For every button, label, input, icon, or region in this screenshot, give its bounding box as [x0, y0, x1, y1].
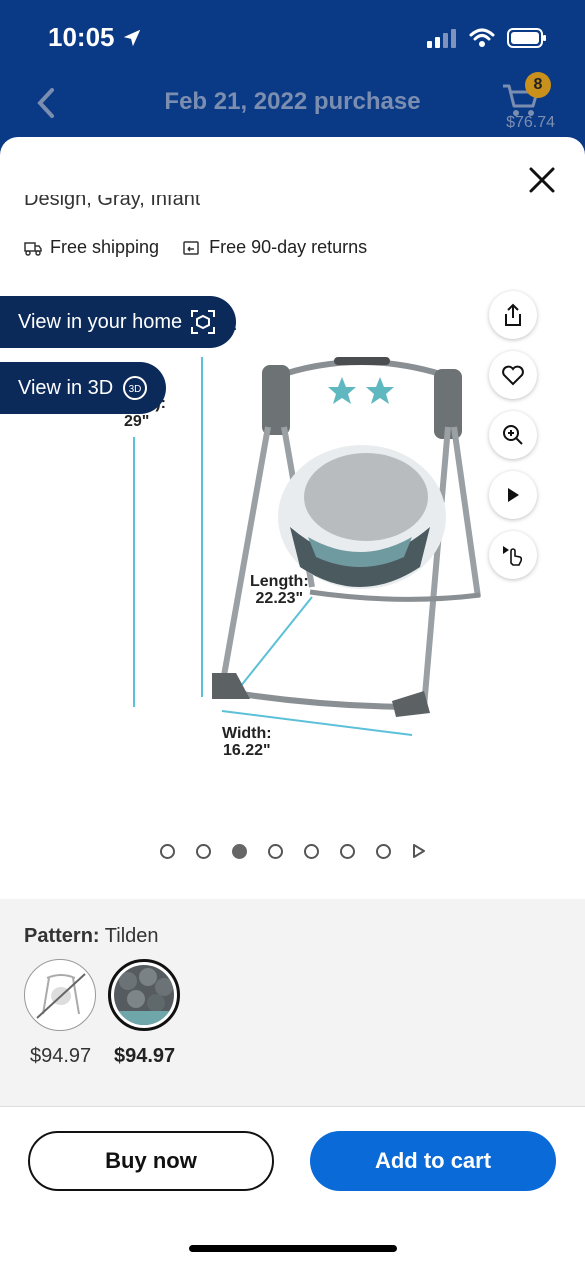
battery-icon [507, 28, 546, 48]
carousel-dot[interactable] [303, 843, 319, 859]
carousel-indicator [0, 843, 585, 859]
play-video-button[interactable] [489, 471, 537, 519]
cart-count-badge: 8 [525, 72, 551, 98]
variant-price-selected: $94.97 [114, 1045, 176, 1067]
perk-shipping: Free shipping [24, 237, 159, 258]
perks: Free shipping Free 90-day returns [24, 237, 367, 258]
width-dimension: Width: 16.22" [222, 725, 272, 759]
product-title-fragment: Design, Gray, Infant [24, 195, 201, 210]
variant-swatch-unavailable[interactable] [24, 959, 96, 1031]
variant-price: $94.97 [30, 1045, 92, 1067]
buy-now-button[interactable]: Buy now [28, 1131, 274, 1191]
close-button[interactable] [525, 163, 559, 197]
heart-icon [502, 365, 524, 386]
pattern-thumbnail-icon [114, 965, 174, 1025]
pattern-label: Pattern: Tilden [24, 925, 159, 947]
rotate-3d-icon: 3D [123, 376, 148, 400]
variant-selector: Pattern: Tilden $94.97 $94.97 [0, 899, 585, 1107]
home-indicator [189, 1245, 397, 1252]
top-bar: 10:05 Feb 21, 2022 purchase 8 $76.74 [0, 0, 585, 160]
image-actions [489, 291, 537, 579]
status-time: 10:05 [48, 22, 143, 53]
interactive-tour-button[interactable] [489, 531, 537, 579]
product-sheet: Design, Gray, Infant Free shipping Free … [0, 137, 585, 1266]
carousel-dot[interactable] [267, 843, 283, 859]
height-value: 29" [124, 413, 150, 430]
returns-icon [183, 240, 199, 255]
carousel-dot-active[interactable] [231, 843, 247, 859]
wifi-icon [469, 28, 495, 47]
cart-total: $76.74 [506, 114, 555, 131]
swing-thumbnail-icon [36, 973, 86, 1019]
zoom-button[interactable] [489, 411, 537, 459]
share-icon [505, 303, 521, 326]
view-in-home-button[interactable]: View in your home [0, 296, 236, 348]
carousel-dot[interactable] [195, 843, 211, 859]
close-icon [529, 167, 555, 193]
share-button[interactable] [489, 291, 537, 339]
zoom-in-icon [503, 425, 523, 445]
signal-icon [427, 29, 456, 48]
perk-returns: Free 90-day returns [183, 237, 367, 258]
ar-cube-icon [191, 310, 216, 334]
length-dimension: Length: 22.23" [250, 573, 309, 607]
carousel-dot[interactable] [159, 843, 175, 859]
carousel-dot[interactable] [375, 843, 391, 859]
favorite-button[interactable] [489, 351, 537, 399]
truck-icon [24, 241, 42, 256]
svg-text:3D: 3D [129, 384, 142, 395]
play-icon [508, 488, 519, 502]
view-in-3d-button[interactable]: View in 3D 3D [0, 362, 166, 414]
product-image-gallery[interactable]: : t): 29" Length: 22.23" Width: 16.22" V… [0, 287, 585, 887]
hand-pointer-icon [503, 546, 523, 566]
variant-swatch-selected[interactable] [108, 959, 180, 1031]
status-icons [427, 28, 547, 48]
carousel-dot[interactable] [339, 843, 355, 859]
carousel-video-icon[interactable] [412, 843, 426, 859]
add-to-cart-button[interactable]: Add to cart [310, 1131, 556, 1191]
location-arrow-icon [123, 29, 140, 46]
